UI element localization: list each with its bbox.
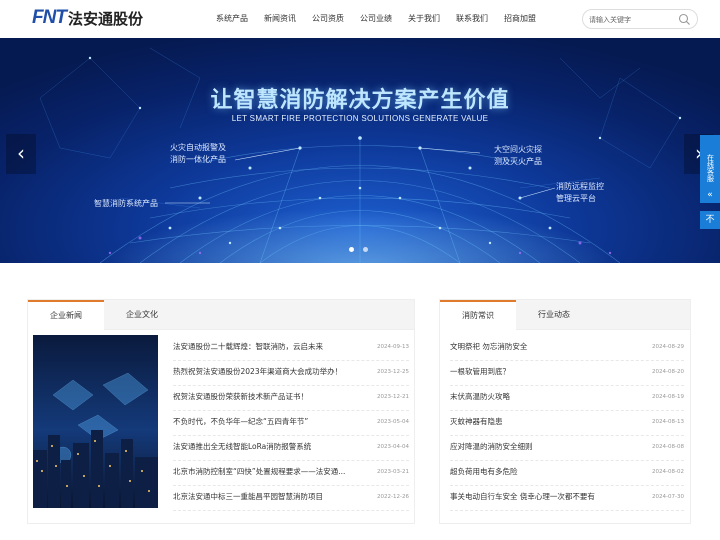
article-date: 2024-07-30 (652, 494, 684, 500)
news-date: 2024-09-13 (377, 344, 409, 350)
search-icon[interactable] (678, 13, 691, 26)
article-date: 2024-08-19 (652, 394, 684, 400)
article-date: 2024-08-08 (652, 444, 684, 450)
list-item[interactable]: 末伏高温防火攻略 2024-08-19 (450, 386, 684, 411)
banner-label-fire-alarm: 火灾自动报警及 消防一体化产品 (170, 143, 226, 164)
banner-label-cloud-platform: 消防远程监控 管理云平台 (556, 182, 604, 203)
news-date: 2022-12-26 (377, 494, 409, 500)
banner-pagination (349, 247, 377, 252)
news-title: 不负时代，不负华年—纪念“五四青年节” (173, 417, 309, 426)
list-item[interactable]: 祝贺法安通股份荣获新技术新产品证书！ 2023-12-21 (173, 386, 409, 411)
article-title: 灭蚊神器有隐患 (450, 417, 503, 426)
customer-service-label: 在线客服 (706, 154, 715, 182)
company-logo[interactable]: FNT 法安通股份 (32, 6, 143, 30)
news-date: 2023-04-04 (377, 444, 409, 450)
main-nav: 系统产品 新闻资讯 公司资质 公司业绩 关于我们 联系我们 招商加盟 (208, 0, 544, 38)
article-title: 一根软管用到底？ (450, 367, 510, 376)
banner-label-large-space: 大空间火灾探 测及灭火产品 (494, 145, 542, 166)
news-date: 2023-12-21 (377, 394, 409, 400)
list-item[interactable]: 超负荷用电有多危险 2024-08-02 (450, 461, 684, 486)
article-title: 应对降温的消防安全细则 (450, 442, 533, 451)
news-title: 北京法安通中标三一重能昌平园智慧消防项目 (173, 492, 323, 501)
network-globe-illustration (39, 47, 682, 263)
news-title: 法安通推出全无线智能LoRa消防报警系统 (173, 442, 312, 451)
article-title: 末伏高温防火攻略 (450, 392, 510, 401)
article-date: 2024-08-02 (652, 469, 684, 475)
banner-dot-1[interactable] (349, 247, 354, 252)
banner-subtitle: LET SMART FIRE PROTECTION SOLUTIONS GENE… (231, 114, 489, 123)
list-item[interactable]: 文明祭祀 勿忘消防安全 2024-08-29 (450, 336, 684, 361)
nav-item-contact[interactable]: 联系我们 (448, 0, 496, 38)
tab-company-culture[interactable]: 企业文化 (104, 300, 180, 330)
nav-item-performance[interactable]: 公司业绩 (352, 0, 400, 38)
nav-item-news[interactable]: 新闻资讯 (256, 0, 304, 38)
site-header: FNT 法安通股份 系统产品 新闻资讯 公司资质 公司业绩 关于我们 联系我们 … (0, 0, 720, 38)
left-panel-tabs: 企业新闻 企业文化 (28, 300, 414, 330)
list-item[interactable]: 法安通股份二十载辉煌：智联消防，云启未来 2024-09-13 (173, 336, 409, 361)
list-item[interactable]: 法安通推出全无线智能LoRa消防报警系统 2023-04-04 (173, 436, 409, 461)
hero-banner: 让智慧消防解决方案产生价值 LET SMART FIRE PROTECTION … (0, 38, 720, 263)
list-item[interactable]: 北京法安通中标三一重能昌平园智慧消防项目 2022-12-26 (173, 486, 409, 511)
company-news-panel: 企业新闻 企业文化 法安通股份二十载辉煌：智联消防，云启未来 2024-09-1… (27, 299, 415, 524)
search-input[interactable] (589, 13, 675, 26)
list-item[interactable]: 不负时代，不负华年—纪念“五四青年节” 2023-05-04 (173, 411, 409, 436)
nav-item-about[interactable]: 关于我们 (400, 0, 448, 38)
article-title: 事关电动自行车安全 侥幸心理一次都不要有 (450, 492, 595, 501)
list-item[interactable]: 一根软管用到底？ 2024-08-20 (450, 361, 684, 386)
tab-industry-news[interactable]: 行业动态 (516, 300, 592, 330)
floating-sidebar: 在线客服 « 不 (700, 135, 720, 229)
banner-title: 让智慧消防解决方案产生价值 (210, 88, 510, 113)
tab-company-news[interactable]: 企业新闻 (28, 300, 104, 330)
nav-item-products[interactable]: 系统产品 (208, 0, 256, 38)
nav-item-franchise[interactable]: 招商加盟 (496, 0, 544, 38)
collapse-icon: « (707, 190, 713, 200)
news-date: 2023-05-04 (377, 419, 409, 425)
article-title: 文明祭祀 勿忘消防安全 (450, 342, 528, 351)
news-date: 2023-03-21 (377, 469, 409, 475)
list-item[interactable]: 事关电动自行车安全 侥幸心理一次都不要有 2024-07-30 (450, 486, 684, 511)
news-title: 祝贺法安通股份荣获新技术新产品证书！ (173, 392, 308, 401)
fire-knowledge-panel: 消防常识 行业动态 文明祭祀 勿忘消防安全 2024-08-29 一根软管用到底？… (439, 299, 691, 524)
news-featured-image[interactable] (33, 335, 158, 508)
chevron-left-icon: ‹ (17, 141, 25, 165)
fire-knowledge-list: 文明祭祀 勿忘消防安全 2024-08-29 一根软管用到底？ 2024-08-20… (450, 336, 684, 511)
news-date: 2023-12-25 (377, 369, 409, 375)
search-box (582, 9, 698, 29)
online-customer-service-button[interactable]: 在线客服 « (700, 135, 720, 203)
side-toggle-button[interactable]: 不 (700, 211, 720, 229)
right-panel-tabs: 消防常识 行业动态 (440, 300, 690, 330)
list-item[interactable]: 热烈祝贺法安通股份2023年渠道商大会成功举办！ 2023-12-25 (173, 361, 409, 386)
logo-text: 法安通股份 (67, 9, 143, 28)
list-item[interactable]: 应对降温的消防安全细则 2024-08-08 (450, 436, 684, 461)
nav-item-qualifications[interactable]: 公司资质 (304, 0, 352, 38)
list-item[interactable]: 灭蚊神器有隐患 2024-08-13 (450, 411, 684, 436)
banner-prev-button[interactable]: ‹ (6, 134, 36, 174)
company-news-list: 法安通股份二十载辉煌：智联消防，云启未来 2024-09-13 热烈祝贺法安通股份… (173, 336, 409, 511)
article-date: 2024-08-20 (652, 369, 684, 375)
article-title: 超负荷用电有多危险 (450, 467, 518, 476)
article-date: 2024-08-13 (652, 419, 684, 425)
news-title: 北京市消防控制室“四快”处置规程要求——法安通... (173, 467, 346, 476)
banner-dot-2[interactable] (363, 247, 368, 252)
tab-fire-knowledge[interactable]: 消防常识 (440, 300, 516, 330)
news-title: 法安通股份二十载辉煌：智联消防，云启未来 (173, 342, 323, 351)
banner-label-smart-fire: 智慧消防系统产品 (94, 199, 158, 208)
city-night-image (33, 335, 158, 508)
article-date: 2024-08-29 (652, 344, 684, 350)
logo-mark: FNT (32, 7, 67, 28)
news-title: 热烈祝贺法安通股份2023年渠道商大会成功举办！ (173, 367, 343, 376)
list-item[interactable]: 北京市消防控制室“四快”处置规程要求——法安通... 2023-03-21 (173, 461, 409, 486)
